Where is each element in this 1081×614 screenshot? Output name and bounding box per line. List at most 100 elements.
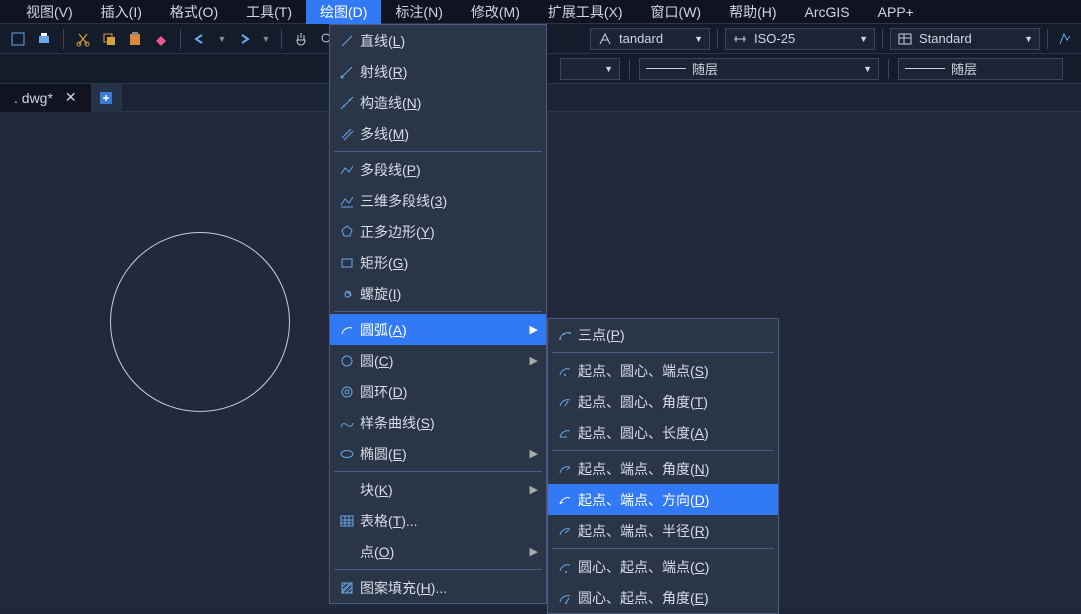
menu-item-label: 块(K) — [360, 480, 530, 500]
menu-item-label: 图案填充(H)... — [360, 578, 538, 598]
menu-item-label: 点(O) — [360, 542, 530, 562]
menubar-item[interactable]: 格式(O) — [156, 0, 232, 24]
menu-item-donut[interactable]: 圆环(D) — [330, 376, 546, 407]
menu-item-arc_scl[interactable]: 起点、圆心、长度(A) — [548, 417, 778, 448]
tool-undo-icon[interactable] — [190, 29, 210, 49]
menu-item-conline[interactable]: 构造线(N) — [330, 87, 546, 118]
menubar-item[interactable]: APP+ — [864, 2, 928, 22]
menu-item-polygon[interactable]: 正多边形(Y) — [330, 216, 546, 247]
menu-item-label: 构造线(N) — [360, 93, 538, 113]
spline-icon — [334, 415, 360, 431]
document-tab[interactable]: . dwg* ✕ — [0, 84, 92, 112]
menubar-item[interactable]: 绘图(D) — [306, 0, 381, 24]
close-icon[interactable]: ✕ — [65, 89, 77, 106]
dropdown-label: Standard — [919, 31, 972, 46]
menu-item-label: 样条曲线(S) — [360, 413, 538, 433]
chevron-down-icon: ▼ — [604, 64, 613, 74]
lineweight2-dropdown[interactable]: 随层 — [898, 58, 1063, 80]
menu-item-circle[interactable]: 圆(C)▶ — [330, 345, 546, 376]
menu-item-polyline[interactable]: 多段线(P) — [330, 154, 546, 185]
menu-item-3dpoly[interactable]: 三维多段线(3) — [330, 185, 546, 216]
chevron-down-icon[interactable]: ▼ — [216, 29, 228, 49]
arc_scl-icon — [552, 425, 578, 441]
menu-item-label: 螺旋(I) — [360, 284, 538, 304]
menu-item-label: 椭圆(E) — [360, 444, 530, 464]
menu-item-arc_csa[interactable]: 圆心、起点、角度(E) — [548, 582, 778, 613]
arc_sea-icon — [552, 461, 578, 477]
menu-item-rect[interactable]: 矩形(G) — [330, 247, 546, 278]
linetype-dropdown[interactable]: ▼ — [560, 58, 620, 80]
menubar-item[interactable]: 标注(N) — [381, 0, 456, 24]
menu-item-label: 起点、端点、方向(D) — [578, 490, 770, 510]
menubar-item[interactable]: 窗口(W) — [637, 0, 716, 24]
menu-item-arc3p[interactable]: 三点(P) — [548, 319, 778, 350]
submenu-arrow-icon: ▶ — [530, 483, 538, 496]
menubar-item[interactable]: 视图(V) — [12, 0, 87, 24]
menu-item-label: 圆心、起点、端点(C) — [578, 557, 770, 577]
submenu-arrow-icon: ▶ — [530, 447, 538, 460]
arc_csa-icon — [552, 590, 578, 606]
tool-copy-icon[interactable] — [99, 29, 119, 49]
menu-item-arc_sca[interactable]: 起点、圆心、角度(T) — [548, 386, 778, 417]
menu-item-ray[interactable]: 射线(R) — [330, 56, 546, 87]
menu-item-hatch[interactable]: 图案填充(H)... — [330, 572, 546, 603]
menu-item-label: 起点、圆心、角度(T) — [578, 392, 770, 412]
line-icon — [334, 33, 360, 49]
textstyle-dropdown[interactable]: tandard ▼ — [590, 28, 710, 50]
tool-redo-icon[interactable] — [234, 29, 254, 49]
donut-icon — [334, 384, 360, 400]
arc3p-icon — [552, 327, 578, 343]
arc_ser-icon — [552, 523, 578, 539]
menu-item-ellipse[interactable]: 椭圆(E)▶ — [330, 438, 546, 469]
polyline-icon — [334, 162, 360, 178]
tablestyle-dropdown[interactable]: Standard ▼ — [890, 28, 1040, 50]
tool-btn[interactable] — [1055, 29, 1075, 49]
tool-btn[interactable] — [8, 29, 28, 49]
new-tab-button[interactable] — [92, 84, 122, 112]
menu-item-arc_cse[interactable]: 圆心、起点、端点(C) — [548, 551, 778, 582]
3dpoly-icon — [334, 193, 360, 209]
menu-item-label: 射线(R) — [360, 62, 538, 82]
circle-shape — [110, 232, 290, 412]
menu-item-multiline[interactable]: 多线(M) — [330, 118, 546, 149]
menu-item-point[interactable]: 点(O)▶ — [330, 536, 546, 567]
chevron-down-icon: ▼ — [863, 64, 872, 74]
menubar-item[interactable]: 插入(I) — [87, 0, 156, 24]
circle-icon — [334, 353, 360, 369]
menubar-item[interactable]: ArcGIS — [791, 2, 864, 22]
table-icon — [334, 513, 360, 529]
menu-item-label: 起点、圆心、端点(S) — [578, 361, 770, 381]
polygon-icon — [334, 224, 360, 240]
submenu-arrow-icon: ▶ — [530, 354, 538, 367]
chevron-down-icon[interactable]: ▼ — [260, 29, 272, 49]
menu-item-block[interactable]: 块(K)▶ — [330, 474, 546, 505]
menu-item-spiral[interactable]: 螺旋(I) — [330, 278, 546, 309]
chevron-down-icon: ▼ — [694, 34, 703, 44]
menu-item-arc_sea[interactable]: 起点、端点、角度(N) — [548, 453, 778, 484]
ray-icon — [334, 64, 360, 80]
menubar-item[interactable]: 扩展工具(X) — [534, 0, 637, 24]
menu-item-spline[interactable]: 样条曲线(S) — [330, 407, 546, 438]
dropdown-label: tandard — [619, 31, 663, 46]
menubar-item[interactable]: 修改(M) — [457, 0, 534, 24]
multiline-icon — [334, 126, 360, 142]
menu-item-line[interactable]: 直线(L) — [330, 25, 546, 56]
menu-item-arc[interactable]: 圆弧(A)▶ — [330, 314, 546, 345]
tool-eraser-icon[interactable] — [151, 29, 171, 49]
tool-cut-icon[interactable] — [73, 29, 93, 49]
menu-item-arc_ser[interactable]: 起点、端点、半径(R) — [548, 515, 778, 546]
menu-item-table[interactable]: 表格(T)... — [330, 505, 546, 536]
menubar-item[interactable]: 工具(T) — [232, 0, 306, 24]
menu-item-arc_sed[interactable]: 起点、端点、方向(D) — [548, 484, 778, 515]
arc-submenu: 三点(P) 起点、圆心、端点(S) 起点、圆心、角度(T) 起点、圆心、长度(A) 起点… — [547, 318, 779, 614]
menubar-item[interactable]: 帮助(H) — [715, 0, 790, 24]
lineweight-dropdown[interactable]: 随层 ▼ — [639, 58, 879, 80]
menu-item-label: 起点、端点、半径(R) — [578, 521, 770, 541]
arc_sce-icon — [552, 363, 578, 379]
dimstyle-dropdown[interactable]: ISO-25 ▼ — [725, 28, 875, 50]
tool-paste-icon[interactable] — [125, 29, 145, 49]
submenu-arrow-icon: ▶ — [530, 545, 538, 558]
tool-print-icon[interactable] — [34, 29, 54, 49]
tool-pan-icon[interactable] — [291, 29, 311, 49]
menu-item-arc_sce[interactable]: 起点、圆心、端点(S) — [548, 355, 778, 386]
